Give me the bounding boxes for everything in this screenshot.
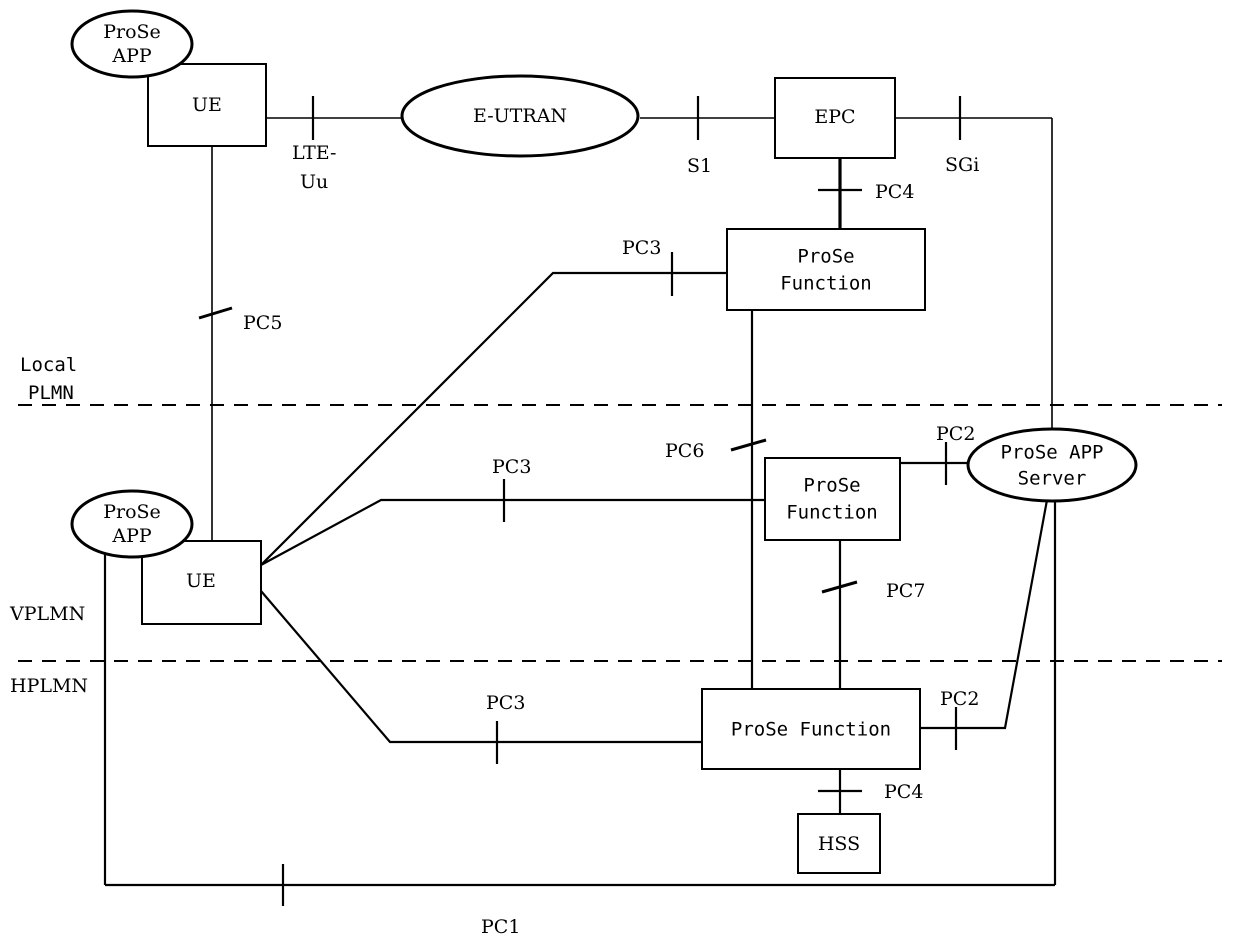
node-prose-app-top-label-line2: APP <box>111 45 152 67</box>
label-lte-uu-line2: Uu <box>300 171 328 193</box>
node-prose-function-vplmn-label-line1: ProSe <box>803 475 860 497</box>
node-hss-label: HSS <box>818 833 860 855</box>
label-pc5: PC5 <box>243 312 282 334</box>
label-sgi: SGi <box>945 154 979 176</box>
tick-pc5 <box>198 306 233 320</box>
node-prose-function-hplmn-label: ProSe Function <box>731 719 891 741</box>
node-prose-app-bottom-label-line1: ProSe <box>103 501 161 523</box>
node-prose-function-local-label-line1: ProSe <box>797 246 854 268</box>
node-prose-app-server-label-line2: Server <box>1018 468 1087 490</box>
node-prose-function-local-label-line2: Function <box>780 273 872 295</box>
label-lte-uu-line1: LTE- <box>292 142 336 164</box>
link-ue-bottom-to-prose-function-vplmn-pc3 <box>260 498 765 566</box>
label-hplmn: HPLMN <box>10 675 88 697</box>
label-pc2-mid: PC2 <box>936 423 975 445</box>
label-pc3-top: PC3 <box>622 237 661 259</box>
node-ue-bottom-label: UE <box>186 570 216 592</box>
node-prose-app-bottom-label-line2: APP <box>111 525 152 547</box>
label-vplmn: VPLMN <box>9 603 85 625</box>
prose-architecture-diagram: UE ProSe APP E-UTRAN EPC ProSe Function … <box>0 0 1240 948</box>
node-prose-app-server-label-line1: ProSe APP <box>1001 442 1104 464</box>
label-pc3-bottom: PC3 <box>486 692 525 714</box>
link-ue-bottom-to-prose-function-hplmn-pc3 <box>260 590 702 744</box>
label-pc4-top: PC4 <box>875 181 914 203</box>
node-epc-label: EPC <box>814 106 855 128</box>
label-pc7: PC7 <box>886 580 925 602</box>
tick-pc6 <box>730 438 767 452</box>
label-pc1: PC1 <box>481 916 520 938</box>
node-prose-function-local[interactable] <box>726 228 926 311</box>
node-prose-app-server[interactable] <box>966 427 1138 503</box>
label-local-plmn-line1: Local <box>20 354 77 376</box>
label-local-plmn-line2: PLMN <box>28 382 74 404</box>
label-pc6: PC6 <box>665 440 704 462</box>
node-prose-function-vplmn[interactable] <box>764 457 901 541</box>
label-pc2-bottom: PC2 <box>940 688 979 710</box>
diagram-canvas: UE ProSe APP E-UTRAN EPC ProSe Function … <box>9 9 1222 938</box>
label-s1: S1 <box>687 155 712 177</box>
link-ue-bottom-to-prose-function-local-pc3 <box>260 271 727 566</box>
node-prose-function-vplmn-label-line2: Function <box>786 502 878 524</box>
label-pc4-bottom: PC4 <box>884 781 923 803</box>
node-eutran-label: E-UTRAN <box>473 105 567 127</box>
node-ue-top-label: UE <box>192 94 222 116</box>
node-prose-app-top-label-line1: ProSe <box>103 21 161 43</box>
label-pc3-mid: PC3 <box>492 456 531 478</box>
